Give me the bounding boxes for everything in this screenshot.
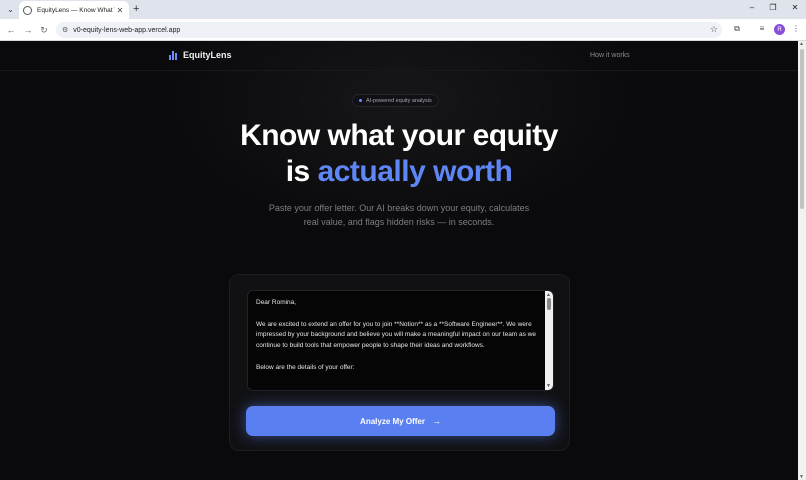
- arrow-left-icon[interactable]: ←: [5, 24, 17, 36]
- star-icon[interactable]: ☆: [710, 24, 718, 35]
- page-scrollbar[interactable]: ▲ ▼: [798, 41, 806, 480]
- dot-icon: [359, 99, 362, 102]
- browser-tab-strip: ⌄ EquityLens — Know What Your ✕ + – ❐ ✕: [0, 0, 806, 19]
- arrow-right-icon: →: [431, 416, 441, 426]
- reload-icon[interactable]: ↻: [38, 24, 50, 36]
- brand-name: EquityLens: [183, 50, 232, 60]
- offer-letter-input[interactable]: Dear Romina, We are excited to extend an…: [247, 290, 554, 391]
- how-it-works-link[interactable]: How it works: [590, 52, 630, 59]
- browser-tab[interactable]: EquityLens — Know What Your ✕: [19, 1, 129, 19]
- url-text: v0-equity-lens-web-app.vercel.app: [73, 26, 181, 34]
- tune-icon[interactable]: ⚙: [62, 26, 68, 34]
- badge-label: AI-powered equity analysis: [366, 97, 432, 104]
- arrow-right-icon[interactable]: →: [22, 24, 34, 36]
- subtitle-line-1: Paste your offer letter. Our AI breaks d…: [268, 203, 530, 213]
- puzzle-icon[interactable]: ⧉: [731, 24, 743, 34]
- scroll-up-icon[interactable]: ▲: [799, 41, 804, 47]
- close-icon[interactable]: ✕: [115, 6, 125, 15]
- page-scroll-thumb[interactable]: [800, 49, 804, 209]
- headline-accent: actually worth: [317, 155, 513, 188]
- kebab-icon[interactable]: ⋮: [790, 24, 802, 33]
- site-navbar: EquityLens How it works: [0, 41, 798, 71]
- headline-prefix: is: [285, 155, 318, 188]
- restore-icon[interactable]: ❐: [766, 3, 780, 12]
- browser-toolbar: ← → ↻ ⚙ v0-equity-lens-web-app.vercel.ap…: [0, 19, 806, 41]
- queue-music-icon[interactable]: ≡: [756, 24, 768, 33]
- minimize-icon[interactable]: –: [745, 3, 759, 12]
- page: EquityLens How it works AI-powered equit…: [0, 41, 798, 480]
- subtitle-line-2: real value, and flags hidden risks — in …: [303, 217, 495, 227]
- offer-paragraph: Dear Romina,: [256, 299, 297, 306]
- chevron-down-icon[interactable]: ⌄: [4, 3, 17, 16]
- analyze-button-label: Analyze My Offer: [360, 416, 425, 426]
- scroll-down-icon[interactable]: ▼: [799, 474, 804, 480]
- globe-icon: [23, 5, 32, 15]
- offer-paragraph: We are excited to extend an offer for yo…: [256, 320, 537, 350]
- close-window-icon[interactable]: ✕: [788, 3, 802, 12]
- avatar[interactable]: R: [774, 24, 785, 35]
- offer-card: Dear Romina, We are excited to extend an…: [229, 274, 570, 451]
- scroll-thumb[interactable]: [547, 298, 551, 310]
- ai-badge: AI-powered equity analysis: [352, 94, 439, 107]
- headline-line-1: Know what your equity: [240, 119, 558, 152]
- brand-logo[interactable]: EquityLens: [169, 50, 232, 60]
- tab-title: EquityLens — Know What Your: [37, 6, 115, 14]
- address-bar[interactable]: ⚙ v0-equity-lens-web-app.vercel.app ☆: [56, 22, 722, 38]
- bar-chart-icon: [169, 50, 179, 60]
- headline-line-2: is actually worth: [0, 154, 798, 190]
- plus-icon[interactable]: +: [133, 3, 139, 15]
- offer-letter-text: Dear Romina, We are excited to extend an…: [256, 298, 541, 384]
- scroll-down-icon[interactable]: ▼: [546, 383, 551, 389]
- textarea-scrollbar[interactable]: ▲ ▼: [545, 291, 553, 390]
- analyze-offer-button[interactable]: Analyze My Offer →: [246, 406, 555, 436]
- offer-paragraph: Below are the details of your offer:: [256, 363, 355, 371]
